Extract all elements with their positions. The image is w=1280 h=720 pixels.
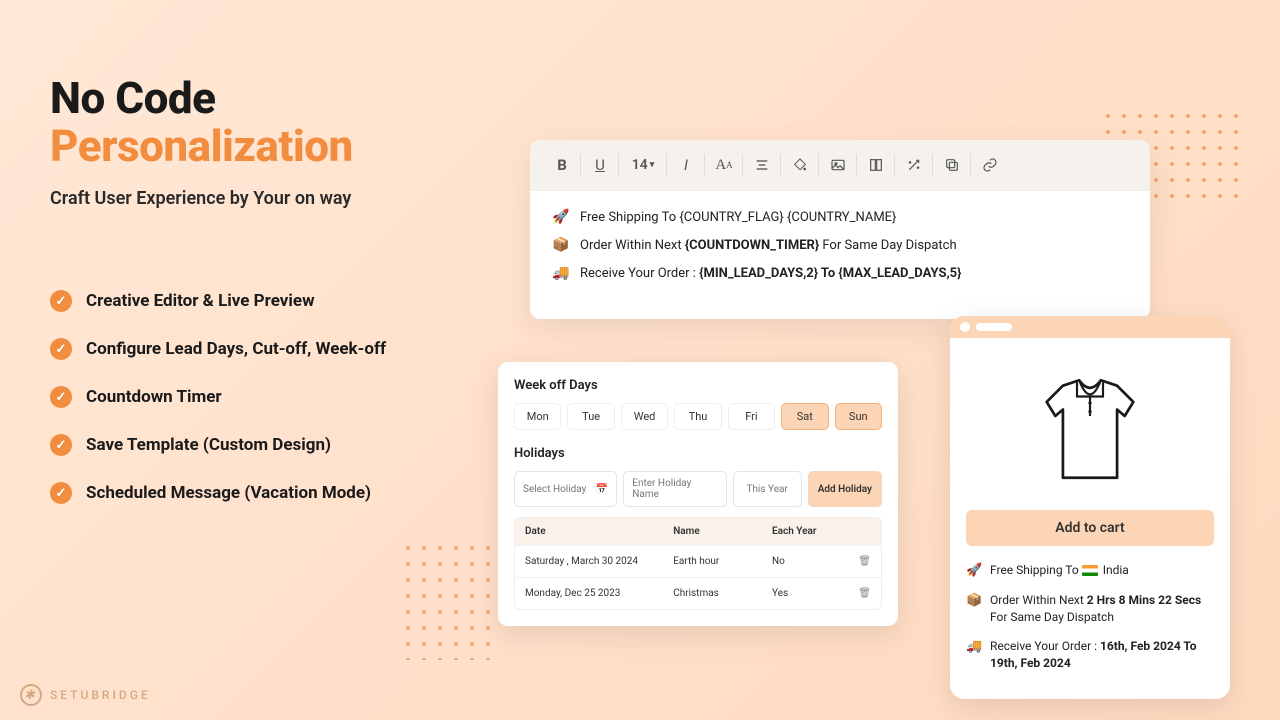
hero-section: No Code Personalization Craft User Exper…: [50, 75, 480, 209]
check-icon: ✓: [50, 290, 72, 312]
rocket-icon: 🚀: [552, 209, 570, 225]
editor-shipping-text: Free Shipping To {COUNTRY_FLAG} {COUNTRY…: [580, 210, 896, 225]
product-image: [1025, 364, 1155, 494]
preview-shipping-text: Free Shipping To India: [990, 562, 1129, 579]
feature-text: Countdown Timer: [86, 387, 222, 407]
editor-body[interactable]: 🚀 Free Shipping To {COUNTRY_FLAG} {COUNTR…: [530, 191, 1150, 319]
preview-panel: Add to cart 🚀 Free Shipping To India 📦 Ord…: [950, 316, 1230, 699]
copy-button[interactable]: [934, 150, 970, 180]
table-row: Saturday , March 30 2024 Earth hour No 🗑: [515, 545, 881, 577]
package-icon: 📦: [966, 592, 982, 610]
align-button[interactable]: [744, 150, 780, 180]
day-sat[interactable]: Sat: [781, 403, 828, 430]
day-sun[interactable]: Sun: [835, 403, 882, 430]
feature-item: ✓ Countdown Timer: [50, 386, 386, 408]
truck-icon: 🚚: [966, 638, 982, 656]
weekoff-days: Mon Tue Wed Thu Fri Sat Sun: [514, 403, 882, 430]
italic-button[interactable]: I: [668, 150, 704, 180]
editor-line-shipping: 🚀 Free Shipping To {COUNTRY_FLAG} {COUNTR…: [552, 209, 1128, 225]
feature-text: Creative Editor & Live Preview: [86, 291, 315, 311]
header-name: Name: [673, 526, 772, 537]
rocket-icon: 🚀: [966, 562, 982, 580]
editor-receive-text: Receive Your Order : {MIN_LEAD_DAYS,2} T…: [580, 266, 961, 281]
check-icon: ✓: [50, 386, 72, 408]
bold-button[interactable]: B: [544, 150, 580, 180]
window-pill: [976, 323, 1012, 331]
add-to-cart-button[interactable]: Add to cart: [966, 510, 1214, 546]
editor-toolbar: B U 14▾ I AA: [530, 140, 1150, 191]
feature-text: Save Template (Custom Design): [86, 435, 331, 455]
hero-subtitle: Craft User Experience by Your on way: [50, 188, 480, 209]
calendar-icon: 📅: [596, 484, 608, 495]
preview-order-line: 📦 Order Within Next 2 Hrs 8 Mins 22 Secs …: [966, 592, 1214, 626]
weekoff-title: Week off Days: [514, 378, 882, 393]
preview-receive-line: 🚚 Receive Your Order : 16th, Feb 2024 To …: [966, 638, 1214, 672]
hero-title: No Code Personalization: [50, 75, 480, 170]
day-tue[interactable]: Tue: [567, 403, 614, 430]
hero-title-line1: No Code: [50, 72, 215, 124]
feature-text: Configure Lead Days, Cut-off, Week-off: [86, 339, 386, 359]
holiday-inputs: Select Holiday📅 Enter Holiday Name This …: [514, 471, 882, 507]
image-button[interactable]: [820, 150, 856, 180]
underline-button[interactable]: U: [582, 150, 618, 180]
feature-list: ✓ Creative Editor & Live Preview ✓ Configu…: [50, 290, 386, 530]
feature-text: Scheduled Message (Vacation Mode): [86, 483, 371, 503]
decor-dots-bottom: [400, 540, 500, 660]
cell-date: Monday, Dec 25 2023: [525, 588, 673, 599]
preview-titlebar: [950, 316, 1230, 338]
cell-name: Earth hour: [673, 556, 772, 567]
brand-footer: ✱ SETUBRIDGE: [20, 684, 151, 706]
brand-name: SETUBRIDGE: [50, 688, 151, 702]
editor-line-receive: 🚚 Receive Your Order : {MIN_LEAD_DAYS,2} …: [552, 265, 1128, 281]
truck-icon: 🚚: [552, 265, 570, 281]
holiday-name-input[interactable]: Enter Holiday Name: [623, 471, 726, 507]
check-icon: ✓: [50, 434, 72, 456]
add-holiday-button[interactable]: Add Holiday: [808, 471, 882, 507]
check-icon: ✓: [50, 482, 72, 504]
table-header: Date Name Each Year: [515, 518, 881, 545]
day-wed[interactable]: Wed: [621, 403, 668, 430]
feature-item: ✓ Scheduled Message (Vacation Mode): [50, 482, 386, 504]
delete-icon[interactable]: 🗑: [851, 556, 871, 567]
package-icon: 📦: [552, 237, 570, 253]
fill-button[interactable]: [782, 150, 818, 180]
cell-each: No: [772, 556, 851, 567]
text-style-button[interactable]: AA: [706, 150, 742, 180]
weekoff-panel: Week off Days Mon Tue Wed Thu Fri Sat Su…: [498, 362, 898, 626]
hero-title-line2: Personalization: [50, 120, 353, 172]
holidays-title: Holidays: [514, 446, 882, 461]
feature-item: ✓ Creative Editor & Live Preview: [50, 290, 386, 312]
header-each: Each Year: [772, 526, 851, 537]
preview-receive-text: Receive Your Order : 16th, Feb 2024 To 1…: [990, 638, 1214, 672]
columns-button[interactable]: [858, 150, 894, 180]
india-flag-icon: [1082, 565, 1098, 576]
feature-item: ✓ Configure Lead Days, Cut-off, Week-off: [50, 338, 386, 360]
select-holiday-input[interactable]: Select Holiday📅: [514, 471, 617, 507]
holiday-table: Date Name Each Year Saturday , March 30 …: [514, 517, 882, 610]
header-date: Date: [525, 526, 673, 537]
day-mon[interactable]: Mon: [514, 403, 561, 430]
delete-icon[interactable]: 🗑: [851, 588, 871, 599]
day-fri[interactable]: Fri: [728, 403, 775, 430]
brand-logo-icon: ✱: [20, 684, 42, 706]
link-button[interactable]: [972, 150, 1008, 180]
cell-name: Christmas: [673, 588, 772, 599]
window-dot: [960, 322, 970, 332]
preview-shipping-line: 🚀 Free Shipping To India: [966, 562, 1214, 580]
cell-date: Saturday , March 30 2024: [525, 556, 673, 567]
editor-order-text: Order Within Next {COUNTDOWN_TIMER} For …: [580, 238, 957, 253]
preview-order-text: Order Within Next 2 Hrs 8 Mins 22 Secs F…: [990, 592, 1214, 626]
wand-button[interactable]: [896, 150, 932, 180]
year-input[interactable]: This Year: [733, 471, 802, 507]
editor-line-order: 📦 Order Within Next {COUNTDOWN_TIMER} For…: [552, 237, 1128, 253]
cell-each: Yes: [772, 588, 851, 599]
table-row: Monday, Dec 25 2023 Christmas Yes 🗑: [515, 577, 881, 609]
day-thu[interactable]: Thu: [674, 403, 721, 430]
editor-panel: B U 14▾ I AA 🚀 Free Shipping To {COUNTRY_…: [530, 140, 1150, 319]
font-size-select[interactable]: 14▾: [620, 150, 666, 180]
feature-item: ✓ Save Template (Custom Design): [50, 434, 386, 456]
check-icon: ✓: [50, 338, 72, 360]
